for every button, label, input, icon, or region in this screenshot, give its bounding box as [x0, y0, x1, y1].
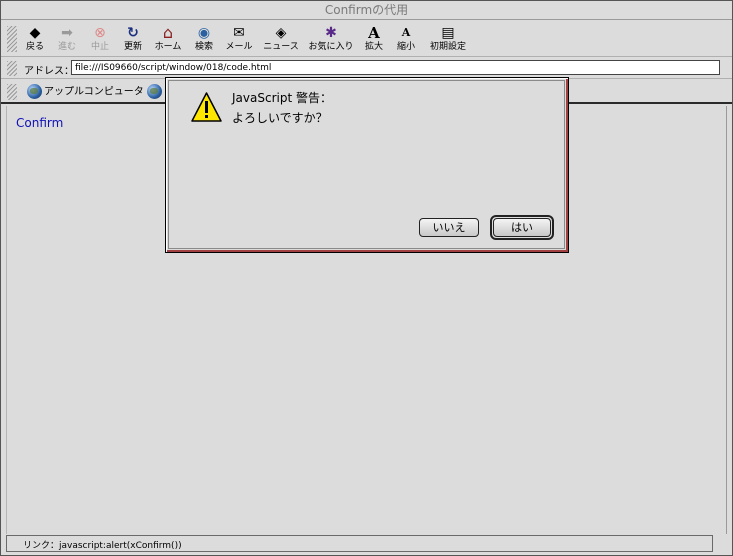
favorites-bar-grip[interactable]	[7, 84, 17, 100]
address-label: アドレス：	[24, 66, 74, 77]
search-globe-icon: ◉	[197, 25, 211, 41]
text-larger-button[interactable]: A 拡大	[363, 25, 385, 55]
text-smaller-icon: A	[401, 26, 411, 39]
browser-window: Confirmの代用 ◆ 戻る ➡ 進む ⊗ 中止 ↻ 更新 ⌂ ホーム ◉ 検…	[0, 0, 733, 556]
address-input[interactable]	[71, 60, 720, 75]
forward-button[interactable]: ➡ 進む	[56, 25, 78, 55]
dialog-title: JavaScript 警告：	[232, 91, 332, 105]
favorite-item-apple[interactable]: アップルコンピュータ	[27, 84, 144, 100]
text-smaller-button[interactable]: A 縮小	[395, 25, 417, 55]
stop-button[interactable]: ⊗ 中止	[89, 25, 111, 55]
warning-icon	[191, 92, 222, 122]
forward-arrow-icon: ➡	[61, 25, 73, 41]
favorites-icon: ✱	[325, 25, 337, 41]
javascript-alert-dialog: JavaScript 警告： よろしいですか？ いいえ はい	[165, 77, 569, 253]
address-bar: アドレス：	[1, 58, 732, 79]
preferences-icon: ▤	[441, 25, 455, 41]
mail-button[interactable]: ✉ メール	[224, 25, 254, 55]
stop-icon: ⊗	[94, 25, 106, 41]
window-title[interactable]: Confirmの代用	[1, 1, 732, 20]
dialog-message: よろしいですか？	[232, 111, 328, 125]
status-text: リンク：javascript:alert(xConfirm())	[23, 541, 182, 551]
status-bar: リンク：javascript:alert(xConfirm())	[6, 535, 713, 552]
home-button[interactable]: ⌂ ホーム	[153, 25, 183, 55]
back-button[interactable]: ◆ 戻る	[25, 25, 45, 55]
no-button[interactable]: いいえ	[419, 218, 479, 237]
news-button[interactable]: ◈ ニュース	[263, 25, 299, 55]
preferences-button[interactable]: ▤ 初期設定	[429, 25, 467, 55]
globe-icon	[147, 84, 162, 99]
globe-icon	[27, 84, 42, 99]
toolbar-grip[interactable]	[7, 26, 17, 52]
back-arrow-icon: ◆	[29, 25, 41, 41]
text-larger-icon: A	[368, 24, 380, 42]
toolbar: ◆ 戻る ➡ 進む ⊗ 中止 ↻ 更新 ⌂ ホーム ◉ 検索 ✉ メール ◈ ニ	[1, 21, 732, 57]
news-icon: ◈	[275, 25, 287, 41]
home-icon: ⌂	[162, 23, 174, 42]
yes-button[interactable]: はい	[493, 218, 551, 237]
mail-icon: ✉	[233, 25, 245, 41]
refresh-button[interactable]: ↻ 更新	[122, 25, 144, 55]
favorite-item-second[interactable]	[147, 84, 164, 100]
refresh-icon: ↻	[127, 25, 139, 41]
favorites-button[interactable]: ✱ お気に入り	[308, 25, 354, 55]
confirm-link[interactable]: Confirm	[16, 116, 63, 130]
search-button[interactable]: ◉ 検索	[193, 25, 215, 55]
address-bar-grip[interactable]	[7, 61, 17, 76]
